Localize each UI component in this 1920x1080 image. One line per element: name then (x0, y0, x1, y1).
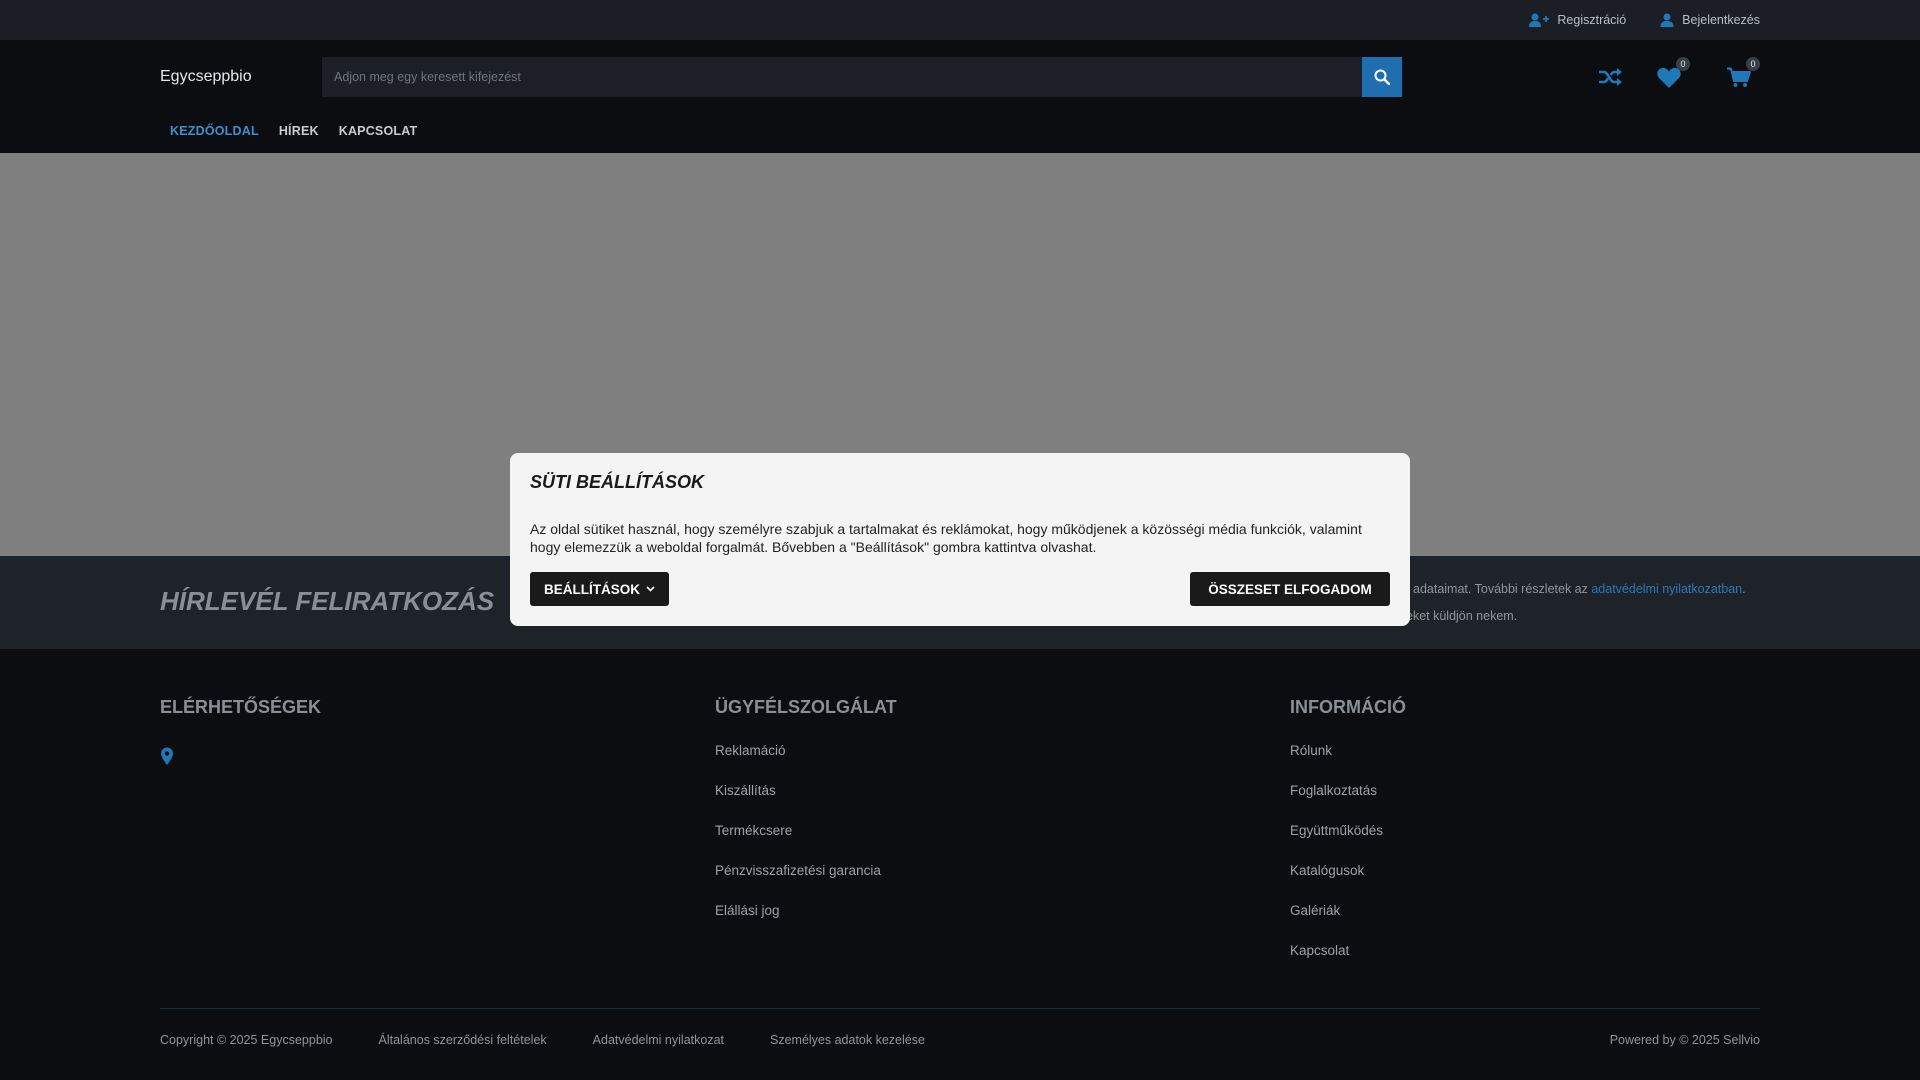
search-button[interactable] (1362, 57, 1402, 97)
accept-all-label: ÖSSZESET ELFOGADOM (1208, 581, 1372, 597)
nav-item-contact[interactable]: KAPCSOLAT (329, 124, 428, 138)
search-bar (322, 57, 1402, 97)
cart-button[interactable]: 0 (1724, 57, 1760, 92)
register-label: Regisztráció (1557, 13, 1627, 27)
footer-service-column: ÜGYFÉLSZOLGÁLAT Reklamáció Kiszállítás T… (715, 697, 897, 942)
footer-link-withdrawal[interactable]: Elállási jog (715, 902, 897, 942)
main-nav: KEZDŐOLDAL HÍREK KAPCSOLAT (160, 124, 427, 138)
cookie-settings-button[interactable]: BEÁLLÍTÁSOK (530, 572, 669, 606)
accept-all-cookies-button[interactable]: ÖSSZESET ELFOGADOM (1190, 572, 1390, 606)
copyright-text: Copyright © 2025 Egycseppbio (160, 1033, 333, 1047)
heart-icon (1657, 67, 1681, 88)
powered-by-text: Powered by © 2025 Sellvio (1609, 1033, 1760, 1047)
shuffle-icon (1599, 68, 1622, 86)
footer-info-column: INFORMÁCIÓ Rólunk Foglalkoztatás Együttm… (1290, 697, 1406, 982)
site-footer: ELÉRHETŐSÉGEK ÜGYFÉLSZOLGÁLAT Reklamáció… (0, 649, 1920, 1080)
footer-link-delivery[interactable]: Kiszállítás (715, 782, 897, 822)
nav-item-news[interactable]: HÍREK (269, 124, 329, 138)
newsletter-privacy-text-a: adataimat. További részletek az (1413, 582, 1592, 596)
personal-data-link[interactable]: Személyes adatok kezelése (770, 1033, 925, 1047)
newsletter-consent-text: eket küldjön nekem. (1406, 609, 1518, 623)
newsletter-title: HÍRLEVÉL FELIRATKOZÁS (160, 586, 495, 616)
login-label: Bejelentkezés (1682, 13, 1760, 27)
nav-item-home[interactable]: KEZDŐOLDAL (160, 124, 269, 138)
cart-count-badge: 0 (1746, 57, 1760, 71)
wishlist-count-badge: 0 (1676, 57, 1690, 71)
user-plus-icon (1529, 13, 1550, 27)
footer-contact-column: ELÉRHETŐSÉGEK (160, 697, 321, 742)
footer-link-refund[interactable]: Pénzvisszafizetési garancia (715, 862, 897, 902)
cart-icon (1727, 67, 1751, 87)
footer-link-about[interactable]: Rólunk (1290, 742, 1406, 782)
cookie-settings-label: BEÁLLÍTÁSOK (544, 581, 640, 597)
newsletter-privacy-text-b: . (1742, 582, 1746, 596)
footer-info-list: Rólunk Foglalkoztatás Együttműködés Kata… (1290, 742, 1406, 982)
user-icon (1660, 13, 1674, 27)
footer-link-galleries[interactable]: Galériák (1290, 902, 1406, 942)
map-pin-icon (161, 747, 173, 765)
footer-link-exchange[interactable]: Termékcsere (715, 822, 897, 862)
top-bar: Regisztráció Bejelentkezés (0, 0, 1920, 40)
terms-link[interactable]: Általános szerződési feltételek (379, 1033, 547, 1047)
cookie-dialog-title: SÜTI BEÁLLÍTÁSOK (530, 472, 704, 492)
login-link[interactable]: Bejelentkezés (1660, 13, 1760, 27)
footer-contact-title: ELÉRHETŐSÉGEK (160, 697, 322, 717)
footer-link-cooperation[interactable]: Együttműködés (1290, 822, 1406, 862)
search-input[interactable] (322, 57, 1362, 97)
footer-link-contact[interactable]: Kapcsolat (1290, 942, 1406, 982)
footer-divider (160, 1008, 1760, 1009)
footer-info-title: INFORMÁCIÓ (1290, 697, 1406, 717)
footer-link-catalogs[interactable]: Katalógusok (1290, 862, 1406, 902)
cookie-dialog-text: Az oldal sütiket használ, hogy személyre… (530, 521, 1362, 555)
chevron-down-icon (646, 586, 655, 592)
compare-button[interactable] (1595, 62, 1625, 92)
privacy-link[interactable]: Adatvédelmi nyilatkozat (593, 1033, 724, 1047)
wishlist-button[interactable]: 0 (1654, 57, 1690, 92)
footer-link-careers[interactable]: Foglalkoztatás (1290, 782, 1406, 822)
footer-service-list: Reklamáció Kiszállítás Termékcsere Pénzv… (715, 742, 897, 942)
site-header: Egycseppbio 0 0 KEZDŐOL (0, 40, 1920, 153)
footer-service-title: ÜGYFÉLSZOLGÁLAT (715, 697, 897, 717)
privacy-policy-link[interactable]: adatvédelmi nyilatkozatban (1591, 582, 1742, 596)
footer-link-complaint[interactable]: Reklamáció (715, 742, 897, 782)
search-icon (1374, 69, 1390, 85)
footer-legal-links: Copyright © 2025 Egycseppbio Általános s… (160, 1033, 925, 1047)
register-link[interactable]: Regisztráció (1529, 13, 1626, 27)
site-logo[interactable]: Egycseppbio (160, 68, 252, 86)
account-links: Regisztráció Bejelentkezés (1529, 0, 1760, 40)
cookie-consent-dialog: SÜTI BEÁLLÍTÁSOK Az oldal sütiket haszná… (510, 453, 1410, 626)
newsletter-privacy-text: adataimat. További részletek az adatvéde… (1413, 582, 1746, 596)
